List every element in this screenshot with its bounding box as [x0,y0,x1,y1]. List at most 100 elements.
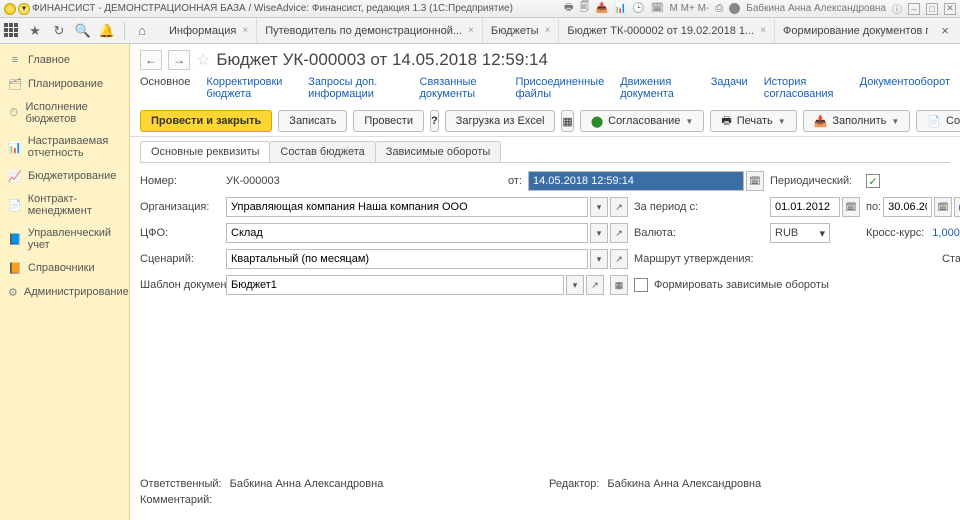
org-label: Организация: [140,201,220,213]
gear-icon: ⚙ [8,285,18,299]
create-from-button[interactable]: 📄Создать на основании▼ [916,110,960,132]
period-select-icon[interactable]: (•) [954,197,960,217]
sidebar-item[interactable]: 📘Управленческий учет [0,222,129,256]
tab-close-icon[interactable]: × [760,25,766,36]
link-approval-history[interactable]: История согласования [764,76,844,100]
toolbar-icon[interactable]: 📊 [614,3,626,14]
minimize-button[interactable]: – [908,3,920,15]
close-button[interactable]: ✕ [944,3,956,15]
period-from-input[interactable] [770,197,840,217]
open-icon[interactable]: ↗ [610,223,628,243]
toolbar-icon[interactable]: 📥 [595,3,607,14]
sidebar-item[interactable]: 🗂Планирование [0,72,129,96]
approval-button[interactable]: ⬤Согласование▼ [580,110,705,132]
currency-select[interactable]: RUB▾ [770,223,830,243]
info-icon[interactable]: ⓘ [892,1,902,16]
periodic-checkbox[interactable]: ✓ [866,174,880,188]
divider [124,22,125,40]
dep-flows-checkbox[interactable] [634,278,648,292]
link-requests[interactable]: Запросы доп. информации [308,76,403,100]
app-tab[interactable]: Путеводитель по демонстрационной...× [257,18,483,43]
dropdown-icon[interactable]: ▾ [590,249,608,269]
period-to-input[interactable] [883,197,932,217]
resp-label: Ответственный: [140,478,222,490]
save-button[interactable]: Записать [278,110,347,132]
post-close-button[interactable]: Провести и закрыть [140,110,272,132]
doc-tab-main[interactable]: Основные реквизиты [140,141,270,162]
template-extra-icon[interactable]: ▦ [610,275,628,295]
scenario-input[interactable] [226,249,588,269]
comment-label: Комментарий: [140,494,212,506]
tab-close-icon[interactable]: × [545,25,551,36]
sidebar-item[interactable]: 📙Справочники [0,256,129,280]
calendar-icon[interactable]: 🗓 [746,171,764,191]
dep-flows-label: Формировать зависимые обороты [654,279,829,291]
favorite-star-icon[interactable]: ☆ [196,50,210,70]
tab-close-icon[interactable]: × [468,25,474,36]
toolbar-icon[interactable]: 🖶 [564,0,573,17]
sidebar-item[interactable]: ⚙Администрирование [0,280,129,304]
nav-forward-button[interactable]: → [168,50,190,70]
table-icon-button[interactable]: ▦ [561,110,573,132]
resp-value: Бабкина Анна Александровна [230,478,384,490]
link-corrections[interactable]: Корректировки бюджета [206,76,292,100]
doc-tab-composition[interactable]: Состав бюджета [269,141,375,162]
app-tab[interactable]: Формирование документов по граф...× [775,18,928,43]
post-button[interactable]: Провести [353,110,424,132]
open-icon[interactable]: ↗ [586,275,604,295]
dropdown-icon[interactable]: ▾ [18,3,30,15]
print-button[interactable]: 🖶Печать▼ [710,110,796,132]
app-tab[interactable]: Бюджет ТК-000002 от 19.02.2018 1...× [559,18,775,43]
calendar-icon[interactable]: 🗓 [934,197,952,217]
rate-value: 1,0000 [932,227,960,239]
history-icon[interactable]: ↻ [50,22,68,40]
open-icon[interactable]: ↗ [610,197,628,217]
link-docflow[interactable]: Документооборот [860,76,950,100]
bell-icon[interactable]: 🔔 [98,22,116,40]
dropdown-icon[interactable]: ▾ [590,223,608,243]
app-tab[interactable]: Бюджеты× [483,18,560,43]
cfo-input[interactable] [226,223,588,243]
sidebar-item[interactable]: 📈Бюджетирование [0,164,129,188]
link-movements[interactable]: Движения документа [620,76,695,100]
help-button[interactable]: ? [430,110,439,132]
sidebar-item[interactable]: 📊Настраиваемая отчетность [0,130,129,164]
search-icon[interactable]: 🔍 [74,22,92,40]
fill-button[interactable]: 📥Заполнить▼ [803,110,911,132]
period-to-label: по: [866,201,881,213]
nav-back-button[interactable]: ← [140,50,162,70]
doc-tabs: Основные реквизиты Состав бюджета Зависи… [130,137,960,162]
link-tasks[interactable]: Задачи [711,76,748,100]
link-main[interactable]: Основное [140,76,190,100]
doc-tab-dependent[interactable]: Зависимые обороты [375,141,502,162]
star-icon[interactable]: ★ [26,22,44,40]
calendar-icon[interactable]: 🗓 [842,197,860,217]
tab-close-icon[interactable]: × [242,25,248,36]
from-date-input[interactable] [528,171,744,191]
toolbar-icon[interactable]: 🗐 [579,0,589,17]
org-input[interactable] [226,197,588,217]
dropdown-icon[interactable]: ▾ [590,197,608,217]
template-input[interactable] [226,275,564,295]
toolbar-icon[interactable]: 🕒 [632,3,644,14]
sidebar-item[interactable]: ⏱Исполнение бюджетов [0,96,129,130]
status-label: Статус: [942,253,960,265]
sidebar-item[interactable]: 📄Контракт-менеджмент [0,188,129,222]
dropdown-icon[interactable]: ▾ [566,275,584,295]
from-label: от: [482,175,522,187]
planning-icon: 🗂 [8,77,22,91]
app-tab[interactable]: Информация× [161,18,257,43]
home-icon[interactable]: ⌂ [133,22,151,40]
close-all-tabs[interactable]: × [934,23,956,38]
maximize-button[interactable]: □ [926,3,938,15]
open-icon[interactable]: ↗ [610,249,628,269]
link-files[interactable]: Присоединенные файлы [515,76,604,100]
load-excel-button[interactable]: Загрузка из Excel [445,110,556,132]
sidebar-item[interactable]: ≡Главное [0,48,129,72]
apps-grid-icon[interactable] [4,23,20,39]
template-label: Шаблон документа: [140,279,220,291]
link-related[interactable]: Связанные документы [420,76,500,100]
toolbar-icon[interactable]: 🗓 [651,3,664,14]
toolbar-icon[interactable]: ⎙ [715,3,723,14]
action-bar: Провести и закрыть Записать Провести ? З… [130,106,960,137]
